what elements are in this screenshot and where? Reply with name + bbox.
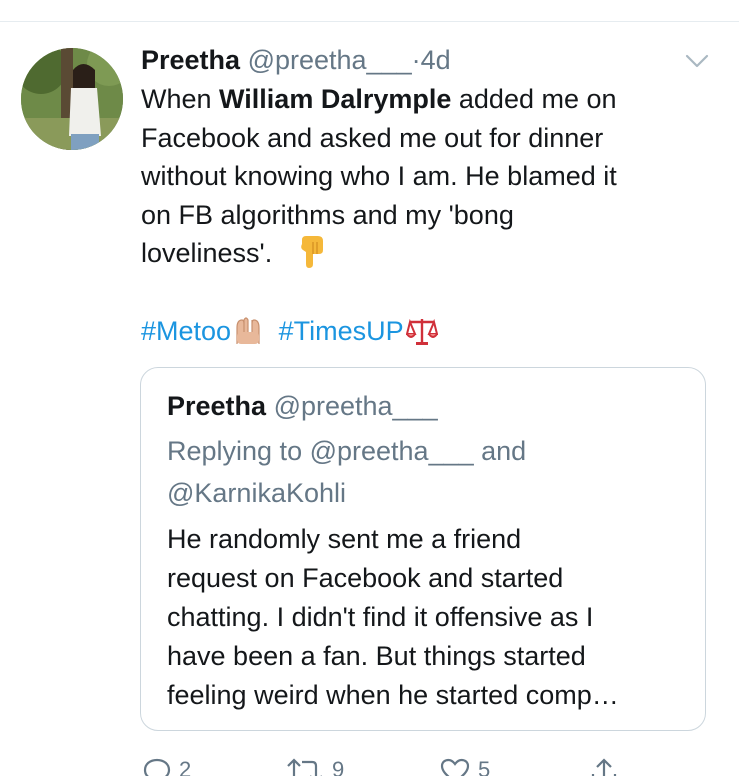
reply-icon <box>143 758 171 776</box>
separator-dot: · <box>411 45 421 75</box>
replying-to: Replying to @preetha___ and @KarnikaKohl… <box>167 430 526 514</box>
hashtag-metoo[interactable]: #Metoo <box>141 316 231 346</box>
quoted-text-line: He randomly sent me a friend <box>167 524 522 554</box>
reply-count: 2 <box>179 757 192 776</box>
timestamp[interactable]: 4d <box>421 45 451 75</box>
replying-to-line: @KarnikaKohli <box>167 478 346 508</box>
quoted-tweet-header: Preetha @preetha___ <box>167 388 438 424</box>
retweet-icon <box>287 758 322 776</box>
tweet-text-line: When William Dalrymple added me on <box>141 84 617 114</box>
retweet-button[interactable]: 9 <box>286 758 344 776</box>
like-icon <box>440 758 470 776</box>
tweet-actions: 2 9 5 <box>0 748 739 776</box>
tweet-text-line: on FB algorithms and my 'bong <box>141 199 514 230</box>
retweet-count: 9 <box>332 757 345 776</box>
quoted-text-line: request on Facebook and started <box>167 563 564 593</box>
like-count: 5 <box>478 757 491 776</box>
share-button[interactable] <box>590 758 626 776</box>
quoted-text-line: have been a fan. But things started <box>167 641 586 671</box>
quoted-author-name: Preetha <box>167 391 267 421</box>
author-handle[interactable]: @preetha___ <box>248 45 412 75</box>
tweet-header: Preetha @preetha___·4d <box>141 43 451 77</box>
quoted-tweet-text: He randomly sent me a friend request on … <box>167 520 619 715</box>
tweet-text-line: Facebook and asked me out for dinner <box>141 122 604 153</box>
share-icon <box>591 758 617 776</box>
raised-hands-icon <box>236 317 260 344</box>
tweet-text-line: without knowing who I am. He blamed it <box>141 161 617 191</box>
author-name[interactable]: Preetha <box>141 45 240 75</box>
mention-william-dalrymple: William Dalrymple <box>219 84 452 114</box>
backhand-index-pointing-down-icon <box>300 236 323 268</box>
replying-to-line: Replying to @preetha___ and <box>167 436 527 466</box>
like-button[interactable]: 5 <box>440 758 490 776</box>
hashtags: #Metoo #TimesUP <box>141 312 438 350</box>
tweet-text-line: loveliness'. <box>141 234 721 273</box>
chevron-down-icon[interactable] <box>684 52 710 70</box>
tweet-text: When William Dalrymple added me on Faceb… <box>141 80 721 273</box>
avatar[interactable] <box>21 48 123 150</box>
quoted-author-handle: @preetha___ <box>273 391 438 421</box>
reply-button[interactable]: 2 <box>143 758 191 776</box>
top-divider <box>0 21 739 22</box>
quoted-text-line: feeling weird when he started comp… <box>167 680 619 710</box>
quoted-text-line: chatting. I didn't find it offensive as … <box>167 602 594 632</box>
quoted-tweet[interactable]: Preetha @preetha___ Replying to @preetha… <box>140 367 706 731</box>
balance-scale-icon <box>405 318 438 345</box>
hashtag-timesup[interactable]: #TimesUP <box>279 316 404 346</box>
